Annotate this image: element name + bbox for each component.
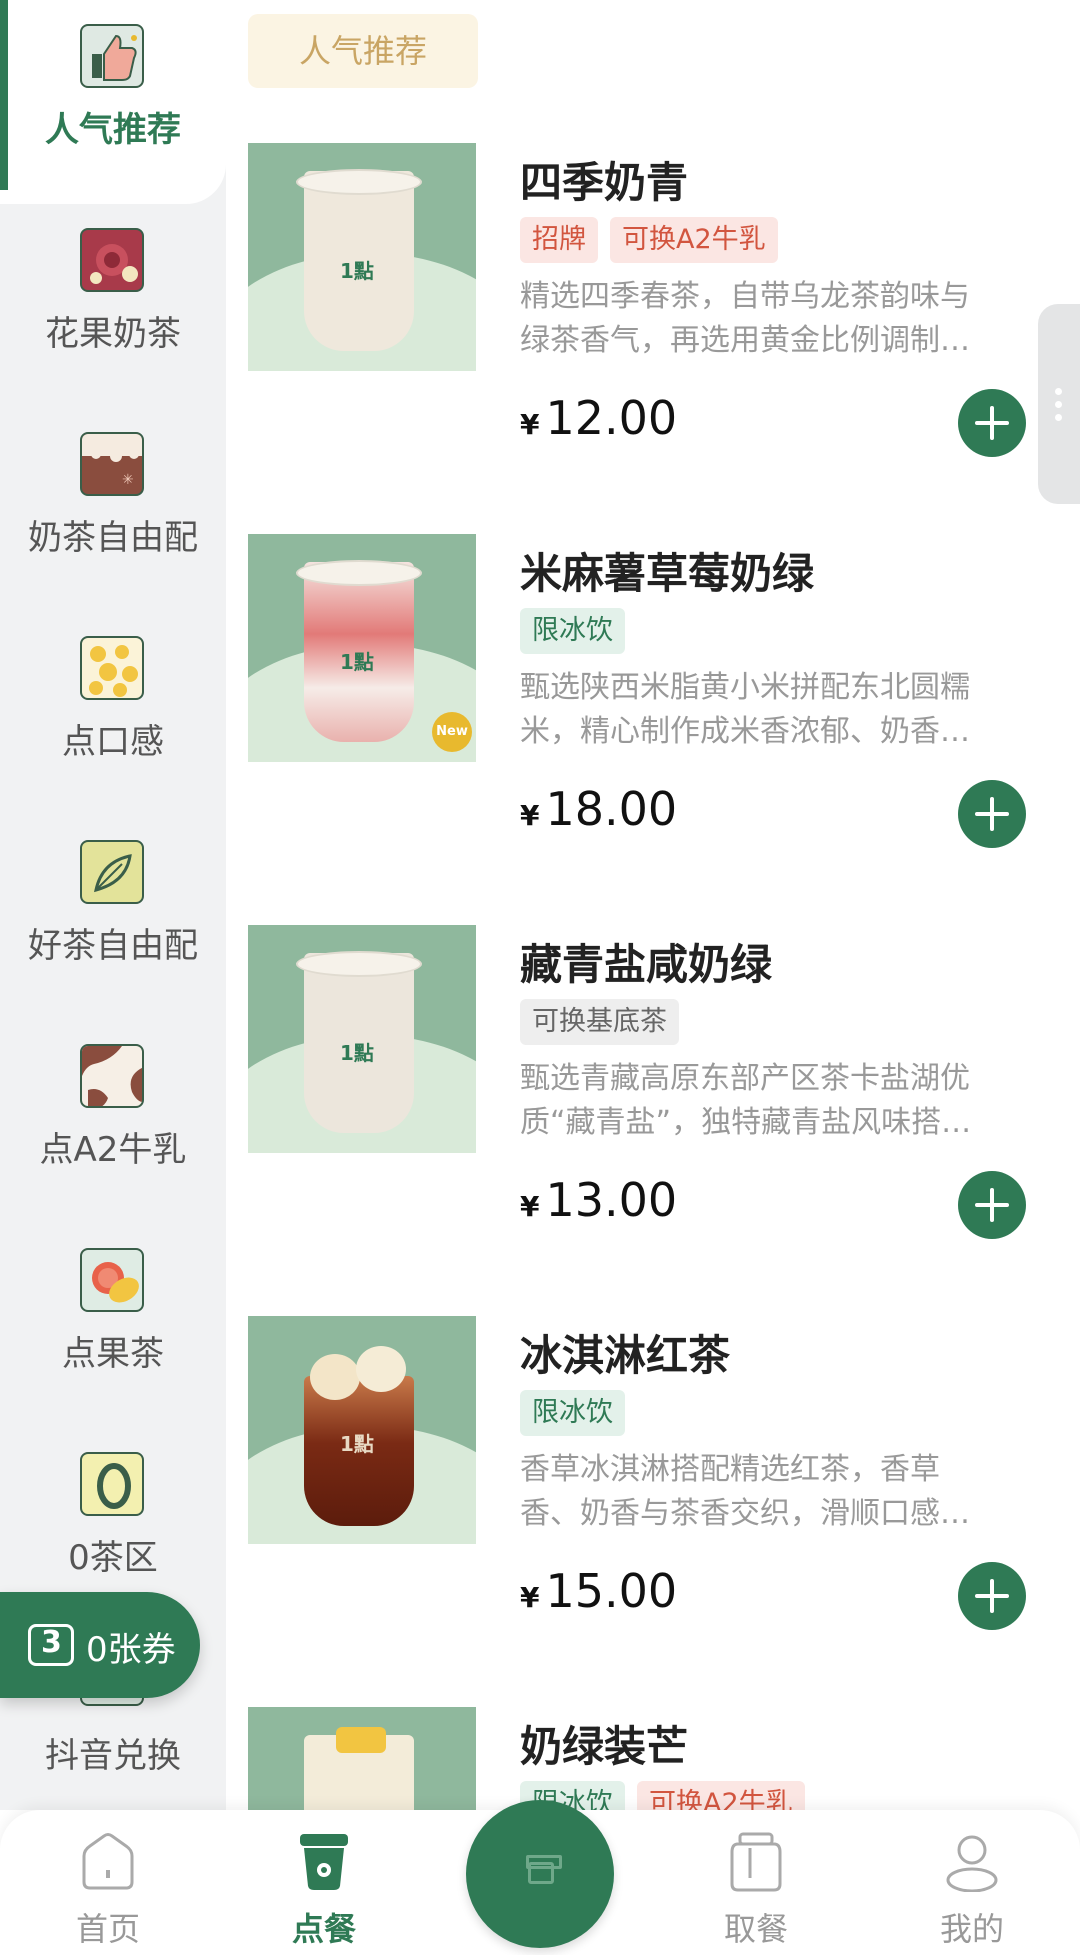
product-price: ¥13.00 bbox=[520, 1173, 677, 1227]
currency-symbol: ¥ bbox=[520, 1581, 540, 1614]
pearls-icon bbox=[80, 636, 144, 700]
product-tags: 可换基底茶 bbox=[520, 999, 679, 1045]
center-gift-button[interactable] bbox=[466, 1800, 614, 1948]
sidebar-item-label: 花果奶茶 bbox=[45, 314, 181, 354]
description-line: 香、奶香与茶香交织，滑顺口感… bbox=[520, 1496, 970, 1531]
product-image: 1點 bbox=[248, 1316, 476, 1544]
zero-icon bbox=[80, 1452, 144, 1516]
tab-label: 首页 bbox=[75, 1910, 140, 1948]
sidebar-item-a2-milk[interactable]: 点A2牛乳 bbox=[0, 1020, 226, 1224]
coupon-button[interactable]: 0张券 bbox=[0, 1592, 200, 1698]
user-icon bbox=[942, 1830, 1002, 1893]
sidebar-item-label: 0茶区 bbox=[68, 1538, 158, 1578]
cup-icon bbox=[294, 1830, 354, 1892]
description-line: 质“藏青盐”，独特藏青盐风味搭… bbox=[520, 1105, 972, 1140]
product-name: 藏青盐咸奶绿 bbox=[520, 940, 773, 989]
thumbs-up-icon bbox=[80, 24, 144, 88]
tag-a2-milk: 可换A2牛乳 bbox=[637, 1781, 805, 1810]
product-image: 1點 bbox=[248, 1707, 476, 1810]
tab-label: 我的 bbox=[939, 1910, 1004, 1948]
product-card[interactable]: 1點 四季奶青 招牌 可换A2牛乳 精选四季春茶，自带乌龙茶韵味与 绿茶香气，再… bbox=[248, 143, 1080, 533]
side-drawer-handle[interactable] bbox=[1038, 304, 1080, 504]
sidebar-item-fruit-milk-tea[interactable]: 花果奶茶 bbox=[0, 204, 226, 408]
sidebar-item-popular[interactable]: 人气推荐 bbox=[0, 0, 226, 204]
tag-signature: 招牌 bbox=[520, 217, 598, 263]
currency-symbol: ¥ bbox=[520, 1190, 540, 1223]
product-name: 四季奶青 bbox=[520, 158, 689, 207]
product-card[interactable]: 1點 New 米麻薯草莓奶绿 限冰饮 甄选陕西米脂黄小米拼配东北圆糯 米，精心制… bbox=[248, 534, 1080, 924]
gift-icon bbox=[526, 1855, 562, 1884]
tab-label: 取餐 bbox=[723, 1910, 788, 1948]
category-title: 人气推荐 bbox=[248, 14, 478, 88]
add-to-cart-button[interactable] bbox=[958, 389, 1026, 457]
product-tags: 限冰饮 bbox=[520, 608, 625, 654]
description-line: 米，精心制作成米香浓郁、奶香… bbox=[520, 714, 970, 749]
add-to-cart-button[interactable] bbox=[958, 780, 1026, 848]
sidebar-item-milk-tea-mix[interactable]: ✳ 奶茶自由配 bbox=[0, 408, 226, 612]
product-card[interactable]: 1點 奶绿装芒 限冰饮 可换A2牛乳 bbox=[248, 1707, 1080, 1810]
tab-order[interactable]: 点餐 bbox=[254, 1830, 394, 1950]
product-price: ¥18.00 bbox=[520, 782, 677, 836]
description-line: 香草冰淇淋搭配精选红茶，香草 bbox=[520, 1452, 940, 1487]
sidebar-item-label: 好茶自由配 bbox=[28, 926, 198, 966]
tab-pickup[interactable]: 取餐 bbox=[686, 1830, 826, 1950]
description-line: 精选四季春茶，自带乌龙茶韵味与 bbox=[520, 279, 970, 314]
currency-symbol: ¥ bbox=[520, 408, 540, 441]
sidebar-item-label: 人气推荐 bbox=[45, 110, 181, 150]
new-badge: New bbox=[432, 712, 472, 752]
product-description: 甄选青藏高原东部产区茶卡盐湖优 质“藏青盐”，独特藏青盐风味搭… bbox=[520, 1057, 1040, 1145]
coupon-label: 0张券 bbox=[86, 1630, 176, 1670]
product-tags: 招牌 可换A2牛乳 bbox=[520, 217, 778, 263]
price-value: 15.00 bbox=[545, 1564, 678, 1618]
sidebar-item-tea-mix[interactable]: 好茶自由配 bbox=[0, 816, 226, 1020]
sidebar-item-label: 点果茶 bbox=[62, 1334, 164, 1374]
product-tags: 限冰饮 bbox=[520, 1390, 625, 1436]
tab-label: 点餐 bbox=[291, 1910, 356, 1948]
description-line: 甄选青藏高原东部产区茶卡盐湖优 bbox=[520, 1061, 970, 1096]
svg-text:✳: ✳ bbox=[122, 472, 134, 488]
tab-home[interactable]: 首页 bbox=[38, 1830, 178, 1950]
coupon-icon bbox=[28, 1624, 74, 1666]
tag-base-tea: 可换基底茶 bbox=[520, 999, 679, 1045]
tab-mine[interactable]: 我的 bbox=[902, 1830, 1042, 1950]
tag-iced-only: 限冰饮 bbox=[520, 608, 625, 654]
sidebar-item-fruit-tea[interactable]: 点果茶 bbox=[0, 1224, 226, 1428]
tea-leaf-icon bbox=[80, 840, 144, 904]
sidebar-item-texture[interactable]: 点口感 bbox=[0, 612, 226, 816]
product-price: ¥12.00 bbox=[520, 391, 677, 445]
home-icon bbox=[78, 1830, 138, 1892]
price-value: 12.00 bbox=[545, 391, 678, 445]
price-value: 18.00 bbox=[545, 782, 678, 836]
product-card[interactable]: 1點 藏青盐咸奶绿 可换基底茶 甄选青藏高原东部产区茶卡盐湖优 质“藏青盐”，独… bbox=[248, 925, 1080, 1315]
product-description: 甄选陕西米脂黄小米拼配东北圆糯 米，精心制作成米香浓郁、奶香… bbox=[520, 666, 1040, 754]
product-description: 香草冰淇淋搭配精选红茶，香草 香、奶香与茶香交织，滑顺口感… bbox=[520, 1448, 1040, 1536]
rose-icon bbox=[80, 228, 144, 292]
category-sidebar: 人气推荐 花果奶茶 ✳ 奶茶自由配 点口感 好茶自由配 点A2牛乳 点果茶 0茶… bbox=[0, 0, 226, 1810]
description-line: 绿茶香气，再选用黄金比例调制… bbox=[520, 323, 970, 358]
product-image: 1點 New bbox=[248, 534, 476, 762]
sidebar-item-label: 点口感 bbox=[62, 722, 164, 762]
product-image: 1點 bbox=[248, 925, 476, 1153]
fruit-icon bbox=[80, 1248, 144, 1312]
bag-icon bbox=[726, 1830, 786, 1892]
milk-tea-icon: ✳ bbox=[80, 432, 144, 496]
sidebar-item-label: 点A2牛乳 bbox=[39, 1130, 187, 1170]
product-name: 奶绿装芒 bbox=[520, 1722, 689, 1771]
tag-iced-only: 限冰饮 bbox=[520, 1390, 625, 1436]
product-card[interactable]: 1點 冰淇淋红茶 限冰饮 香草冰淇淋搭配精选红茶，香草 香、奶香与茶香交织，滑顺… bbox=[248, 1316, 1080, 1706]
product-description: 精选四季春茶，自带乌龙茶韵味与 绿茶香气，再选用黄金比例调制… bbox=[520, 275, 1040, 363]
price-value: 13.00 bbox=[545, 1173, 678, 1227]
sidebar-item-label: 抖音兑换 bbox=[45, 1736, 181, 1776]
cow-pattern-icon bbox=[80, 1044, 144, 1108]
description-line: 甄选陕西米脂黄小米拼配东北圆糯 bbox=[520, 670, 970, 705]
tag-a2-milk: 可换A2牛乳 bbox=[610, 217, 778, 263]
product-price: ¥15.00 bbox=[520, 1564, 677, 1618]
product-name: 米麻薯草莓奶绿 bbox=[520, 549, 815, 598]
product-name: 冰淇淋红茶 bbox=[520, 1331, 731, 1380]
product-image: 1點 bbox=[248, 143, 476, 371]
add-to-cart-button[interactable] bbox=[958, 1562, 1026, 1630]
currency-symbol: ¥ bbox=[520, 799, 540, 832]
sidebar-item-label: 奶茶自由配 bbox=[28, 518, 198, 558]
add-to-cart-button[interactable] bbox=[958, 1171, 1026, 1239]
